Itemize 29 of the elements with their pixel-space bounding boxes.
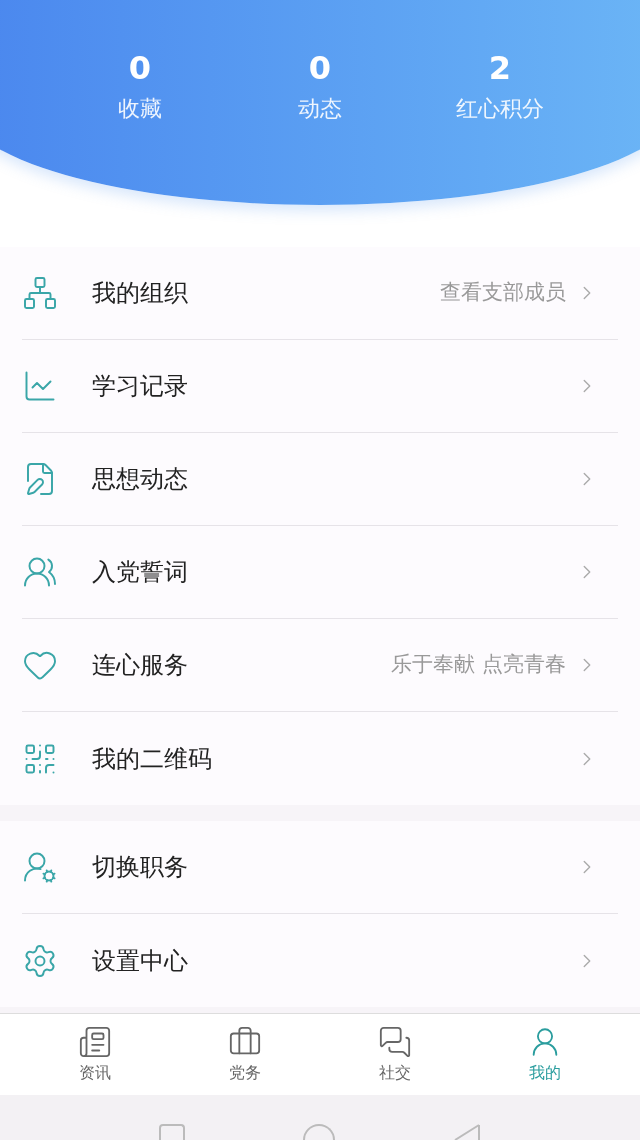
menu-label: 我的二维码 <box>92 743 212 775</box>
tab[interactable]: 党务 <box>195 1024 295 1085</box>
tab[interactable]: 我的 <box>495 1024 595 1085</box>
newspaper-icon <box>78 1024 112 1059</box>
menu-label: 连心服务 <box>92 650 188 681</box>
home-icon[interactable] <box>303 1124 335 1140</box>
menu-item[interactable]: 切换职务 <box>22 821 618 914</box>
menu-item[interactable]: 学习记录 <box>22 340 618 433</box>
menu-label: 设置中心 <box>92 945 188 977</box>
menu-item[interactable]: 思想动态 <box>22 433 618 526</box>
menu-label: 入党誓词 <box>92 557 188 588</box>
stat-value[interactable]: 0 <box>128 52 152 84</box>
recent-apps-icon[interactable] <box>159 1124 185 1140</box>
menu-item[interactable]: 我的组织 查看支部成员 <box>22 247 618 340</box>
chat-icon <box>378 1024 412 1059</box>
menu-label: 切换职务 <box>92 852 188 883</box>
menu-label: 我的组织 <box>92 278 188 309</box>
menu-item[interactable]: 连心服务 乐于奉献 点亮青春 <box>22 619 618 712</box>
tab[interactable]: 资讯 <box>45 1024 145 1085</box>
menu-item[interactable]: 设置中心 <box>22 914 618 1007</box>
menu-label: 思想动态 <box>92 464 188 495</box>
menu-detail: 乐于奉献 点亮青春 <box>391 651 566 679</box>
back-icon[interactable] <box>453 1124 481 1140</box>
menu-label: 学习记录 <box>92 371 188 402</box>
menu-item[interactable]: 入党誓词 <box>22 526 618 619</box>
sitemap-icon <box>22 275 58 311</box>
menu-item[interactable]: 我的二维码 <box>22 712 618 805</box>
tab[interactable]: 社交 <box>345 1024 445 1085</box>
menu-detail: 查看支部成员 <box>440 279 566 307</box>
